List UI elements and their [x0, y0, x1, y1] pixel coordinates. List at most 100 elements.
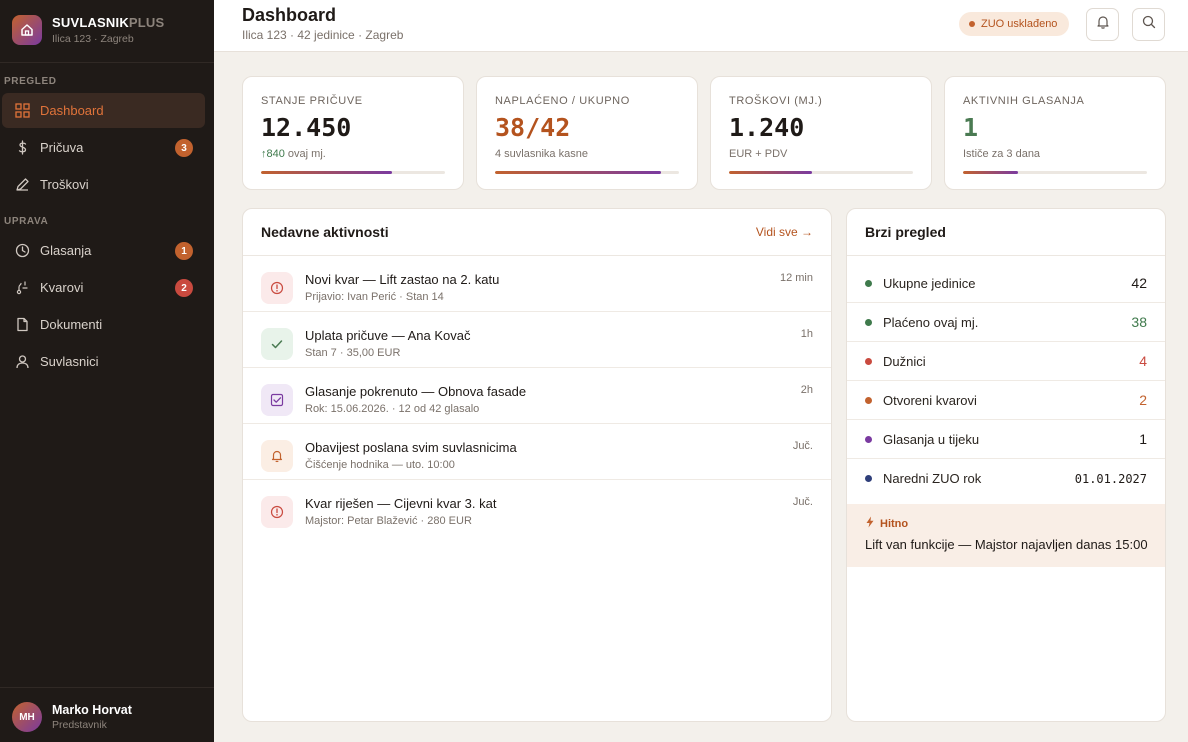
stat-progress-fill: [495, 171, 661, 174]
sidebar: SUVLASNIKPLUS Ilica 123 · Zagreb PREGLED…: [0, 0, 214, 742]
activity-time: 2h: [800, 384, 813, 396]
sidebar-item-label: Suvlasnici: [40, 354, 99, 369]
quick-row[interactable]: Naredni ZUO rok 01.01.2027: [847, 459, 1165, 498]
quick-overview-panel: Brzi pregled Ukupne jedinice 42 Plaćeno …: [846, 208, 1166, 722]
user-name: Marko Horvat: [52, 703, 132, 717]
clock-icon: [14, 243, 30, 259]
activity-item[interactable]: Kvar riješen — Cijevni kvar 3. kat Majst…: [243, 480, 831, 536]
stat-card-votes[interactable]: AKTIVNIH GLASANJA 1 Ističe za 3 dana: [944, 76, 1166, 190]
status-dot-icon: [865, 358, 872, 365]
sidebar-item-label: Kvarovi: [40, 280, 84, 295]
stat-card-collected[interactable]: NAPLAĆENO / UKUPNO 38/42 4 suvlasnika ka…: [476, 76, 698, 190]
brand-name-accent: PLUS: [128, 15, 165, 30]
quick-row[interactable]: Otvoreni kvarovi 2: [847, 381, 1165, 420]
bell-icon: [261, 440, 293, 472]
sidebar-item-label: Pričuva: [40, 140, 84, 155]
glasanja-count-badge: 1: [175, 242, 193, 260]
stat-sub: 4 suvlasnika kasne: [495, 148, 588, 160]
recent-activity-panel: Nedavne aktivnosti Vidi sve → Novi kvar …: [242, 208, 832, 722]
sidebar-item-label: Troškovi: [40, 177, 89, 192]
top-header: Dashboard Ilica 123 · 42 jedinice · Zagr…: [214, 0, 1188, 52]
quick-row[interactable]: Ukupne jedinice 42: [847, 264, 1165, 303]
document-icon: [14, 317, 30, 333]
search-button[interactable]: [1132, 8, 1165, 41]
brand-name: SUVLASNIKPLUS: [52, 15, 164, 30]
sidebar-item-dokumenti[interactable]: Dokumenti: [2, 307, 205, 342]
sidebar-item-kvarovi[interactable]: Kvarovi 2: [2, 270, 205, 305]
sidebar-item-glasanja[interactable]: Glasanja 1: [2, 233, 205, 268]
user-profile[interactable]: MH Marko Horvat Predstavnik: [12, 702, 132, 732]
sidebar-item-dashboard[interactable]: Dashboard: [2, 93, 205, 128]
quick-row-label: Ukupne jedinice: [883, 276, 976, 291]
wrench-icon: [14, 280, 30, 296]
activity-subtitle: Stan 7 · 35,00 EUR: [305, 347, 401, 359]
activity-item[interactable]: Novi kvar — Lift zastao na 2. katu Prija…: [243, 256, 831, 312]
notifications-button[interactable]: [1086, 8, 1119, 41]
stat-value: 1.240: [729, 113, 805, 142]
quick-row-value: 38: [1131, 314, 1147, 330]
panel-title: Nedavne aktivnosti: [261, 224, 389, 240]
activity-title: Novi kvar — Lift zastao na 2. katu: [305, 272, 500, 287]
status-dot-icon: [865, 397, 872, 404]
quick-row[interactable]: Dužnici 4: [847, 342, 1165, 381]
lightning-icon: [865, 516, 875, 531]
sidebar-item-label: Dokumenti: [40, 317, 103, 332]
page-title: Dashboard: [242, 5, 337, 25]
stat-progress: [963, 171, 1147, 174]
quick-row-value: 4: [1139, 353, 1147, 369]
quick-row-label: Dužnici: [883, 354, 926, 369]
alert-icon: [261, 496, 293, 528]
stat-progress-fill: [963, 171, 1019, 174]
avatar: MH: [12, 702, 42, 732]
sidebar-divider: [0, 62, 214, 63]
activity-item[interactable]: Obavijest poslana svim suvlasnicima Čišć…: [243, 424, 831, 480]
page-subtitle: Ilica 123 · 42 jedinice · Zagreb: [242, 28, 404, 42]
quick-row-value: 42: [1131, 275, 1147, 291]
sidebar-item-pricuva[interactable]: Pričuva 3: [2, 130, 205, 165]
sidebar-section-uprava: UPRAVA: [4, 216, 49, 227]
activity-subtitle: Rok: 15.06.2026. · 12 od 42 glasalo: [305, 403, 480, 415]
brand[interactable]: SUVLASNIKPLUS Ilica 123 · Zagreb: [12, 15, 164, 45]
search-icon: [1141, 14, 1157, 35]
quick-row[interactable]: Plaćeno ovaj mj. 38: [847, 303, 1165, 342]
urgent-label-text: Hitno: [880, 517, 909, 530]
user-role: Predstavnik: [52, 719, 107, 731]
quick-row-label: Glasanja u tijeku: [883, 432, 980, 447]
activity-time: Juč.: [792, 440, 813, 452]
see-all-link[interactable]: Vidi sve →: [756, 225, 813, 239]
pencil-icon: [14, 177, 30, 193]
quick-row-value: 2: [1139, 392, 1147, 408]
activity-time: 12 min: [779, 272, 813, 284]
status-badge: ZUO usklađeno: [959, 12, 1070, 36]
dollar-icon: [14, 140, 30, 156]
activity-item[interactable]: Glasanje pokrenuto — Obnova fasade Rok: …: [243, 368, 831, 424]
sidebar-section-pregled: PREGLED: [4, 76, 57, 87]
stat-progress: [261, 171, 445, 174]
quick-row[interactable]: Glasanja u tijeku 1: [847, 420, 1165, 459]
activity-subtitle: Majstor: Petar Blažević · 280 EUR: [305, 515, 472, 527]
status-dot-icon: [865, 475, 872, 482]
status-dot-icon: [865, 436, 872, 443]
quick-row-label: Otvoreni kvarovi: [883, 393, 977, 408]
stat-trend: 840: [266, 148, 285, 160]
check-icon: [261, 328, 293, 360]
stat-label: NAPLAĆENO / UKUPNO: [495, 95, 630, 107]
stat-card-expenses[interactable]: TROŠKOVI (MJ.) 1.240 EUR + PDV: [710, 76, 932, 190]
activity-title: Obavijest poslana svim suvlasnicima: [305, 440, 517, 455]
activity-time: 1h: [800, 328, 813, 340]
urgent-notice[interactable]: Hitno Lift van funkcije — Majstor najavl…: [847, 504, 1165, 567]
activity-item[interactable]: Uplata pričuve — Ana Kovač Stan 7 · 35,0…: [243, 312, 831, 368]
quick-row-label: Plaćeno ovaj mj.: [883, 315, 979, 330]
panel-title: Brzi pregled: [865, 224, 946, 240]
stat-value: 1: [963, 113, 979, 142]
urgent-label: Hitno: [865, 516, 908, 531]
quick-row-value: 1: [1139, 431, 1147, 447]
activity-time: Juč.: [792, 496, 813, 508]
sidebar-item-troskovi[interactable]: Troškovi: [2, 167, 205, 202]
activity-subtitle: Čišćenje hodnika — uto. 10:00: [305, 459, 455, 471]
sidebar-item-suvlasnici[interactable]: Suvlasnici: [2, 344, 205, 379]
stat-progress: [729, 171, 913, 174]
status-dot-icon: [865, 280, 872, 287]
stat-card-reserve[interactable]: STANJE PRIČUVE 12.450 ↑840 ovaj mj.: [242, 76, 464, 190]
activity-title: Glasanje pokrenuto — Obnova fasade: [305, 384, 527, 399]
